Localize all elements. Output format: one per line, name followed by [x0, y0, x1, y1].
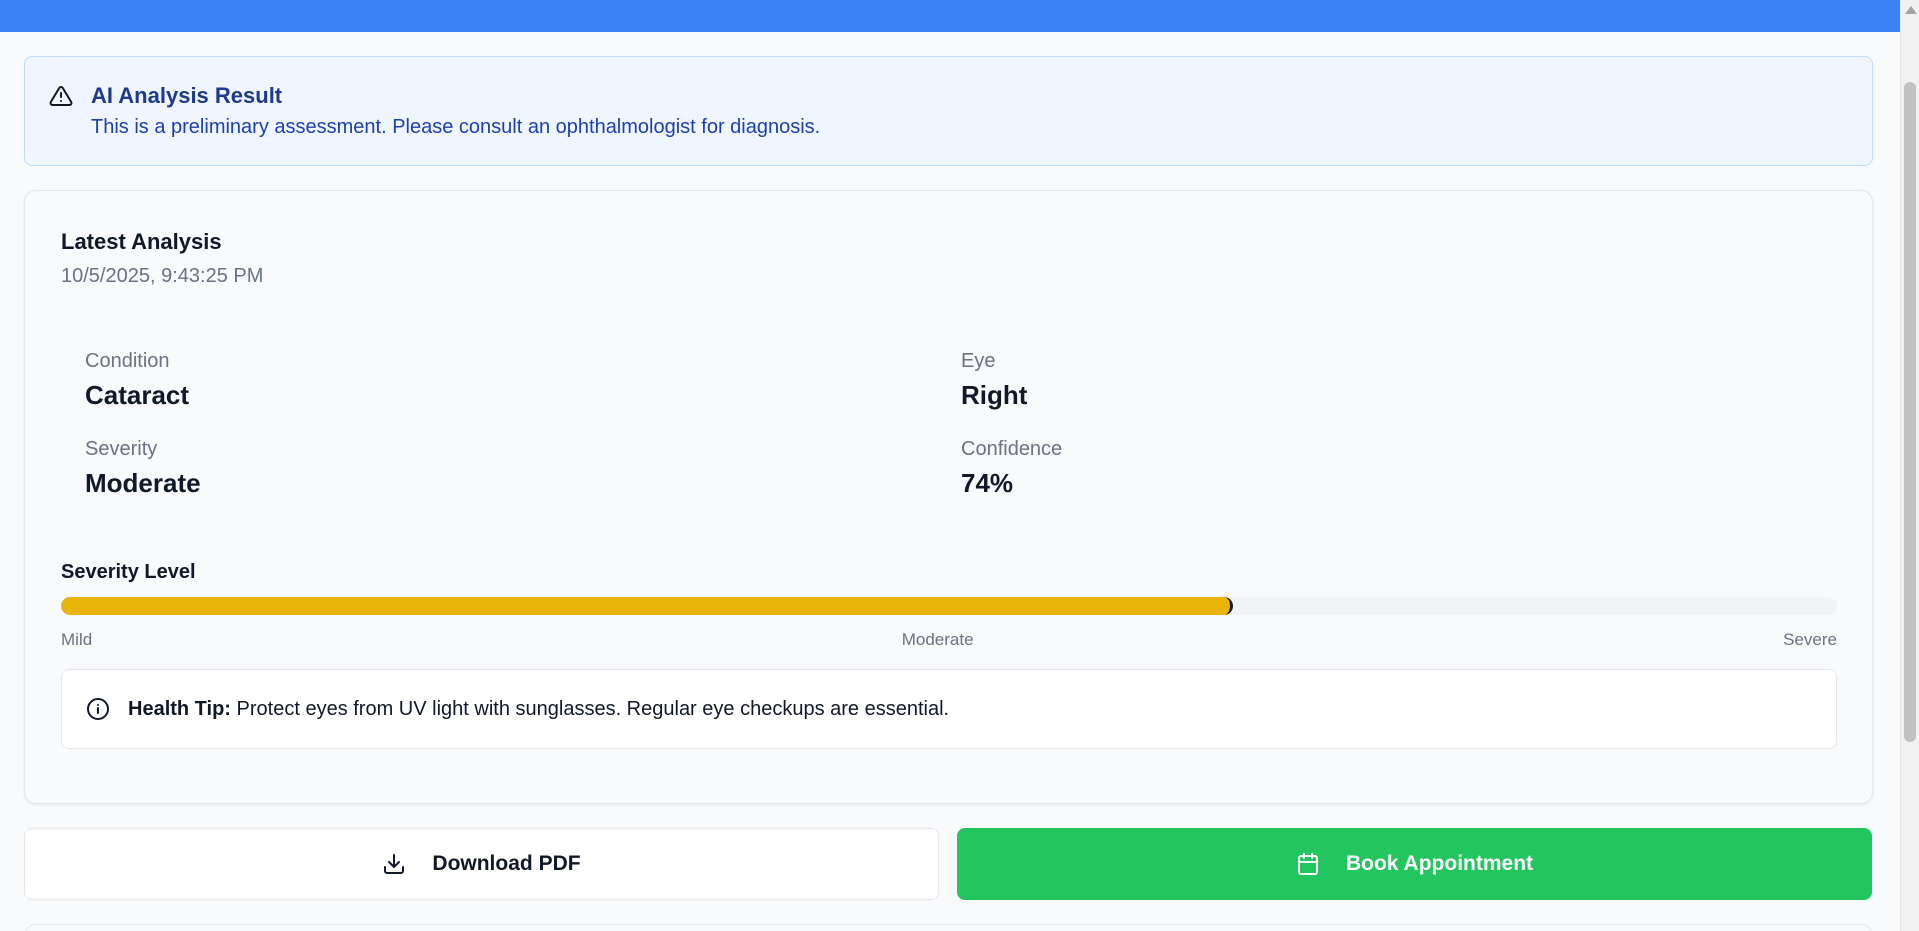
condition-label: Condition: [85, 350, 170, 372]
top-header-bar: [0, 0, 1900, 32]
confidence-field: Confidence 74%: [961, 437, 1836, 501]
card-title: Latest Analysis: [61, 229, 222, 254]
alert-body: AI Analysis Result This is a preliminary…: [91, 81, 820, 165]
severity-scale-moderate: Moderate: [901, 630, 974, 649]
ai-analysis-alert: AI Analysis Result This is a preliminary…: [24, 56, 1873, 166]
book-appointment-label: Book Appointment: [1345, 852, 1534, 875]
severity-field: Severity Moderate: [85, 437, 961, 501]
warning-triangle-icon: [49, 85, 73, 106]
severity-label: Severity: [85, 438, 158, 460]
download-pdf-button[interactable]: Download PDF: [24, 828, 939, 900]
confidence-value: 74%: [961, 468, 1014, 498]
scrollbar-thumb[interactable]: [1904, 82, 1916, 742]
eye-field: Eye Right: [961, 349, 1836, 413]
health-tip-body: Protect eyes from UV light with sunglass…: [230, 697, 950, 720]
severity-scale-severe: Severe: [1783, 630, 1837, 649]
condition-value: Cataract: [85, 380, 190, 410]
condition-field: Condition Cataract: [85, 349, 961, 413]
download-icon: [384, 854, 405, 874]
health-tip-label: Health Tip:: [128, 697, 231, 720]
severity-level-title: Severity Level: [61, 561, 196, 583]
confidence-label: Confidence: [961, 438, 1063, 460]
next-card-partial: [24, 924, 1873, 931]
health-tip-box: Health Tip: Protect eyes from UV light w…: [61, 669, 1837, 749]
book-appointment-button[interactable]: Book Appointment: [957, 828, 1872, 900]
alert-title: AI Analysis Result: [91, 83, 283, 108]
analysis-fields: Condition Cataract Eye Right Severity Mo…: [61, 349, 1836, 501]
download-pdf-label: Download PDF: [432, 852, 581, 875]
health-tip-text: Health Tip: Protect eyes from UV light w…: [128, 698, 949, 721]
info-circle-icon: [87, 698, 109, 720]
severity-progress-fill: [61, 597, 1234, 615]
latest-analysis-card: Latest Analysis 10/5/2025, 9:43:25 PM Co…: [24, 190, 1873, 804]
eye-label: Eye: [961, 350, 996, 372]
main-content: AI Analysis Result This is a preliminary…: [24, 56, 1873, 931]
vertical-scrollbar[interactable]: [1900, 0, 1919, 931]
scroll-up-arrow-icon[interactable]: [1905, 6, 1917, 14]
eye-value: Right: [961, 380, 1028, 410]
calendar-icon: [1297, 853, 1318, 875]
severity-value: Moderate: [85, 468, 201, 498]
action-buttons: Download PDF Book Appointment: [24, 828, 1873, 900]
severity-scale-mild: Mild: [61, 630, 93, 649]
alert-description: This is a preliminary assessment. Please…: [91, 116, 821, 138]
analysis-timestamp: 10/5/2025, 9:43:25 PM: [61, 265, 264, 287]
severity-scale: Mild Moderate Severe: [61, 629, 1837, 651]
severity-progress-track: [61, 597, 1837, 615]
